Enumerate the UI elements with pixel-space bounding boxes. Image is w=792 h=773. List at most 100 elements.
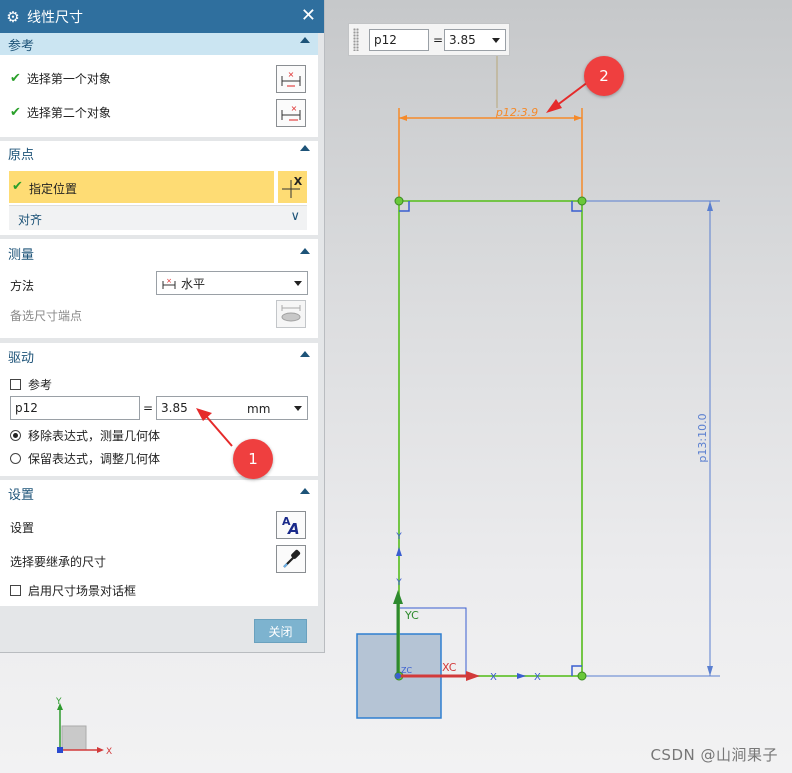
close-icon[interactable]: ✕ (301, 5, 316, 26)
reference-checkbox[interactable] (10, 379, 21, 390)
select-first-object-button[interactable]: × (276, 65, 306, 93)
enable-dialog-checkbox[interactable] (10, 585, 21, 596)
callout-2: 2 (584, 56, 624, 96)
float-value: 3.85 (449, 33, 476, 47)
sketch-rectangle[interactable] (398, 200, 583, 677)
perpendicular-marker (571, 665, 582, 676)
reference-checkbox-label: 参考 (28, 378, 53, 392)
radio-selected[interactable] (10, 430, 21, 441)
dimension-point-icon: × (281, 70, 301, 87)
zc-label: ZC (401, 666, 412, 675)
float-equals-sign: = (433, 33, 444, 47)
expression-value: 3.85 (161, 401, 188, 415)
origin-point (395, 673, 401, 679)
csys-plane (356, 633, 442, 719)
horizontal-dimension-icon: × (162, 277, 176, 289)
svg-text:×: × (291, 104, 298, 113)
dialog-title-bar[interactable]: ⚙ 线性尺寸 ✕ (0, 0, 324, 33)
radio-unselected[interactable] (10, 453, 21, 464)
horizontal-dimension[interactable]: p12:3.9 (398, 106, 583, 200)
sketch-point[interactable] (577, 196, 587, 206)
callout-1: 1 (233, 439, 273, 479)
method-value: 水平 (181, 276, 206, 291)
align-row[interactable]: 对齐 ∨ (9, 205, 307, 230)
specify-location-row[interactable]: ✔ 指定位置 (9, 171, 274, 203)
select-second-object-button[interactable]: × (276, 99, 306, 127)
select-first-object-row[interactable]: ✔ 选择第一个对象 (10, 70, 111, 87)
enable-dialog-label: 启用尺寸场景对话框 (28, 584, 137, 598)
gear-icon[interactable]: ⚙ (3, 8, 23, 26)
yc-label: YC (404, 609, 419, 622)
perpendicular-marker (571, 201, 582, 212)
option-keep-label: 保留表达式，调整几何体 (28, 452, 161, 466)
select-first-object-label: 选择第一个对象 (26, 72, 111, 86)
expression-value-input[interactable]: 3.85 mm (156, 396, 308, 420)
vertical-constraint-label: Y (395, 578, 402, 588)
section-measure-header[interactable]: 测量 (0, 239, 318, 267)
chevron-down-icon[interactable]: ∨ (290, 209, 300, 224)
section-drive-header[interactable]: 驱动 (0, 343, 318, 369)
drag-grip-icon[interactable] (353, 28, 359, 51)
svg-text:×: × (288, 70, 295, 79)
align-label: 对齐 (18, 213, 43, 227)
close-button[interactable]: 关闭 (254, 619, 307, 643)
text-settings-button[interactable]: A A (276, 511, 306, 539)
select-second-object-label: 选择第二个对象 (26, 106, 111, 120)
vertical-dimension[interactable]: p13:10.0 (582, 200, 720, 677)
sketch-point[interactable] (394, 196, 404, 206)
collapse-up-icon[interactable] (300, 145, 310, 151)
dropdown-arrow-icon[interactable] (294, 406, 302, 411)
triad-y-label: Y (55, 697, 62, 707)
inherit-dimension-label: 选择要继承的尺寸 (10, 555, 107, 569)
settings-label: 设置 (10, 521, 35, 535)
constraint-arrow-icon (396, 547, 402, 556)
collapse-up-icon[interactable] (300, 351, 310, 357)
dialog-title: 线性尺寸 (27, 9, 83, 26)
equals-sign: = (143, 401, 154, 415)
text-style-icon: A A (282, 515, 300, 538)
constraint-arrow-icon (517, 673, 526, 679)
view-triad: Y X (55, 697, 112, 757)
section-origin-title: 原点 (8, 147, 35, 163)
enable-dialog-row[interactable]: 启用尺寸场景对话框 (10, 582, 136, 599)
section-origin-header[interactable]: 原点 (0, 141, 318, 165)
specify-location-button[interactable]: X (276, 171, 307, 203)
section-settings: 设置 设置 A A 选择要继承的尺寸 启用尺寸场景对话框 (0, 480, 318, 606)
dropdown-arrow-icon[interactable] (294, 281, 302, 286)
section-drive-title: 驱动 (8, 350, 35, 366)
section-reference-title: 参考 (8, 38, 35, 54)
eyedropper-icon (283, 549, 301, 568)
section-settings-title: 设置 (8, 487, 35, 503)
unit-select-value[interactable]: mm (247, 402, 270, 416)
alt-endpoint-icon (281, 305, 301, 322)
checkmark-icon: ✔ (12, 179, 23, 194)
alt-endpoint-button[interactable] (276, 300, 306, 328)
option-remove-expression[interactable]: 移除表达式，测量几何体 (10, 427, 160, 444)
collapse-up-icon[interactable] (300, 488, 310, 494)
horizontal-constraint-label: X (534, 672, 541, 683)
perpendicular-marker (399, 201, 410, 212)
sketch-point[interactable] (577, 671, 587, 681)
collapse-up-icon[interactable] (300, 37, 310, 43)
float-value-input[interactable]: 3.85 (444, 29, 506, 51)
inherit-dimension-button[interactable] (276, 545, 306, 573)
section-measure-title: 测量 (8, 247, 35, 263)
reference-checkbox-row[interactable]: 参考 (10, 376, 52, 393)
svg-text:X: X (294, 175, 303, 188)
select-second-object-row[interactable]: ✔ 选择第二个对象 (10, 104, 111, 121)
method-select[interactable]: × 水平 (156, 271, 308, 295)
sketch-point[interactable] (394, 671, 404, 681)
float-name-input[interactable]: p12 (369, 29, 429, 51)
dropdown-arrow-icon[interactable] (492, 38, 500, 43)
crosshair-point-icon: X (282, 175, 303, 198)
option-keep-expression[interactable]: 保留表达式，调整几何体 (10, 450, 160, 467)
checkmark-icon: ✔ (10, 71, 21, 86)
section-settings-header[interactable]: 设置 (0, 480, 318, 506)
triad-x-label: X (106, 747, 112, 757)
expression-name-input[interactable]: p12 (10, 396, 140, 420)
collapse-up-icon[interactable] (300, 248, 310, 254)
section-reference-header[interactable]: 参考 (0, 33, 318, 55)
dimension-point-icon: × (281, 104, 301, 121)
option-remove-label: 移除表达式，测量几何体 (28, 429, 161, 443)
svg-text:×: × (166, 277, 172, 285)
